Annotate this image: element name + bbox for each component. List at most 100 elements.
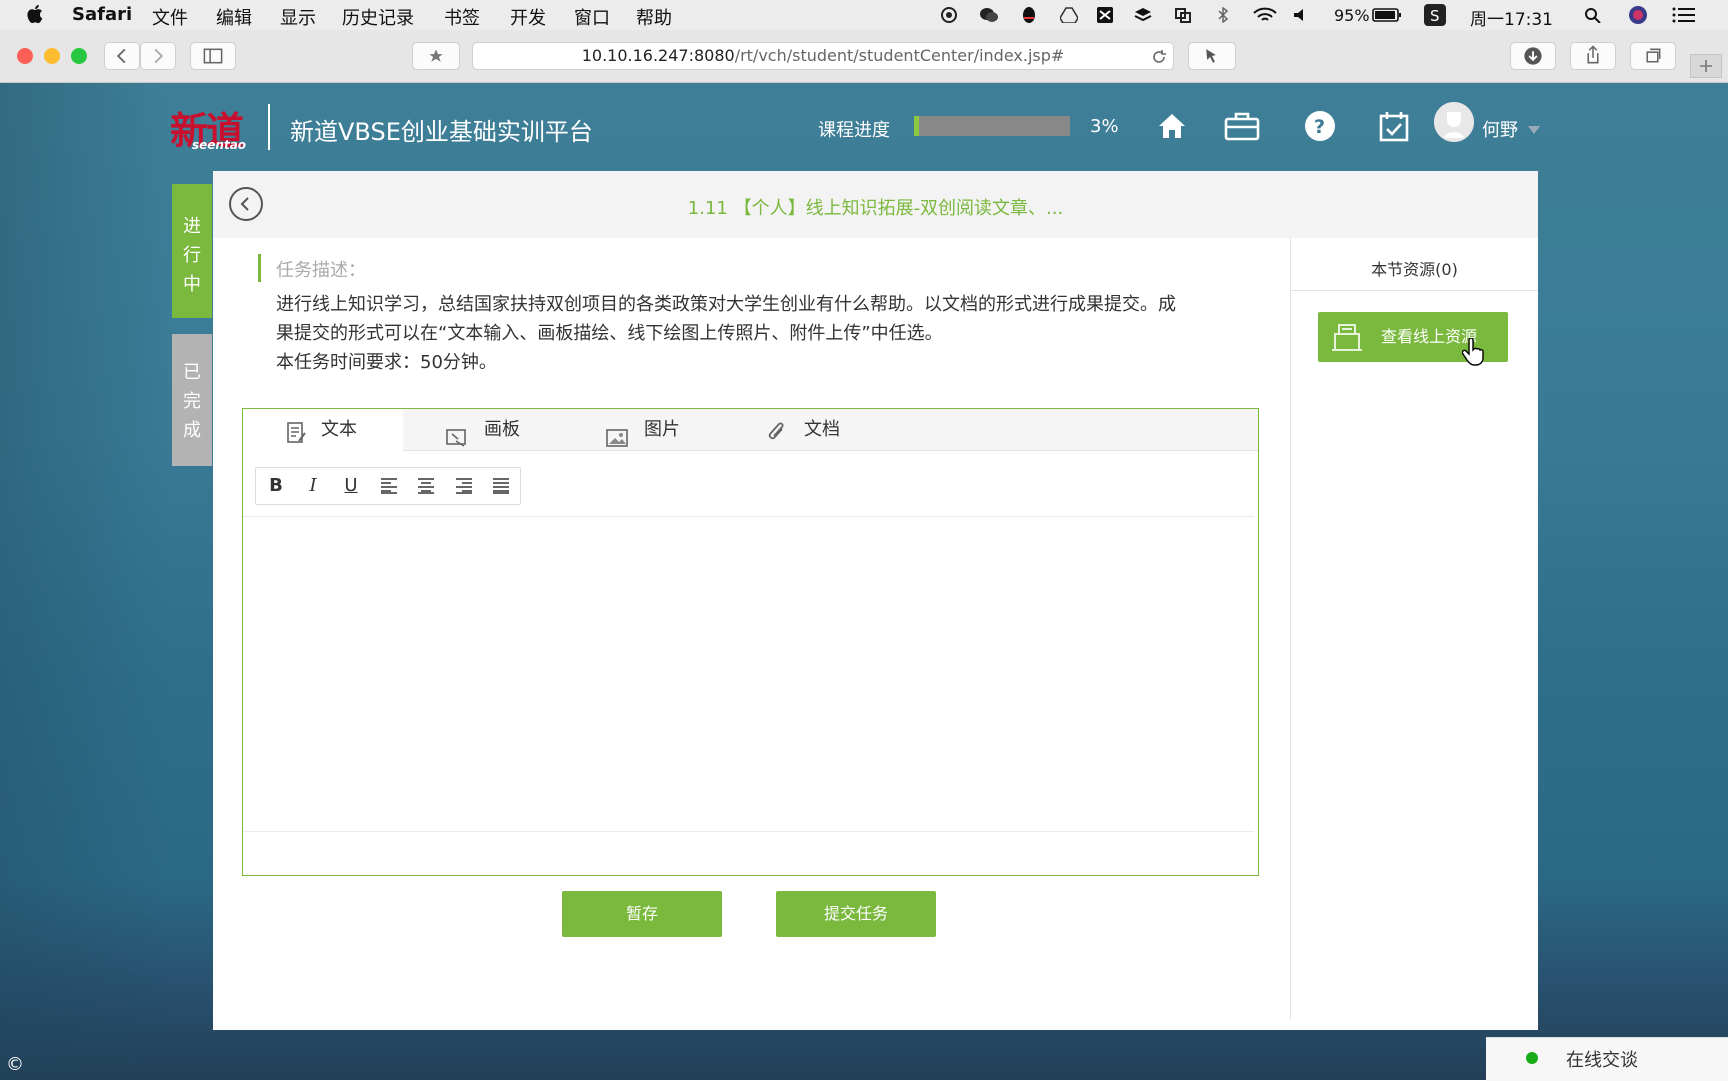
resource-folder-icon <box>1330 320 1364 354</box>
description-label: 任务描述： <box>276 260 366 281</box>
tab-image[interactable]: 图片 <box>564 409 724 451</box>
url-host: 10.10.16.247:8080 <box>581 46 735 65</box>
tab-document-label: 文档 <box>804 419 840 440</box>
volume-icon[interactable] <box>1292 7 1310 23</box>
qq-icon[interactable] <box>1020 7 1038 23</box>
tab-completed[interactable]: 已完成 <box>172 334 212 466</box>
wechat-icon[interactable] <box>980 7 998 23</box>
column-divider <box>1290 238 1291 1020</box>
online-status-dot <box>1526 1052 1538 1064</box>
record-icon[interactable] <box>940 7 958 23</box>
paperclip-icon <box>766 419 788 443</box>
menu-window[interactable]: 窗口 <box>574 4 610 30</box>
reload-icon[interactable] <box>1150 48 1168 66</box>
progress-fill <box>914 116 919 136</box>
task-title: 1.11 【个人】线上知识拓展-双创阅读文章、... <box>687 198 1064 219</box>
logo-english: seentao <box>192 138 247 152</box>
copyright-icon: © <box>6 1054 24 1075</box>
tab-document[interactable]: 文档 <box>724 409 884 451</box>
menu-history[interactable]: 历史记录 <box>342 4 414 30</box>
macos-menubar <box>0 0 1728 31</box>
svg-text:S: S <box>1430 7 1440 25</box>
tabs-overview-button[interactable] <box>1630 42 1676 70</box>
close-window-button[interactable] <box>17 48 33 64</box>
progress-track <box>914 116 1070 136</box>
bookmark-star-button[interactable] <box>412 42 460 70</box>
back-nav-button[interactable] <box>104 42 140 70</box>
tab-text-label: 文本 <box>321 419 357 440</box>
drawing-board-icon <box>446 421 468 447</box>
url-path: /rt/vch/student/studentCenter/index.jsp# <box>734 46 1065 65</box>
home-icon[interactable] <box>1156 110 1188 142</box>
resources-divider <box>1291 290 1538 291</box>
tab-in-progress-label: 进行中 <box>183 216 201 295</box>
description-accent-bar <box>258 254 261 282</box>
user-dropdown-icon[interactable] <box>1528 122 1540 134</box>
tab-text[interactable]: 文本 <box>243 409 403 451</box>
align-left-icon[interactable] <box>374 474 404 498</box>
drive-icon[interactable] <box>1059 7 1079 24</box>
justify-icon[interactable] <box>486 474 516 498</box>
siri-icon[interactable] <box>1628 5 1648 25</box>
user-avatar[interactable] <box>1434 102 1474 142</box>
new-tab-button[interactable] <box>1690 54 1722 78</box>
zoom-window-button[interactable] <box>71 48 87 64</box>
hand-cursor-icon <box>1461 337 1484 366</box>
background-shade <box>0 83 170 1080</box>
briefcase-icon[interactable] <box>1224 110 1260 142</box>
notification-center-icon[interactable] <box>1672 7 1696 23</box>
image-icon <box>606 421 628 447</box>
menu-develop[interactable]: 开发 <box>510 4 546 30</box>
address-bar[interactable]: 10.10.16.247:8080/rt/vch/student/student… <box>472 42 1174 70</box>
menu-file[interactable]: 文件 <box>152 4 188 30</box>
save-draft-button[interactable]: 暂存 <box>562 891 722 937</box>
tab-image-label: 图片 <box>644 419 680 440</box>
tab-completed-label: 已完成 <box>183 362 201 441</box>
battery-icon[interactable] <box>1372 7 1402 23</box>
share-button[interactable] <box>1570 42 1616 70</box>
menu-view[interactable]: 显示 <box>280 4 316 30</box>
bluetooth-icon[interactable] <box>1214 6 1232 24</box>
tab-in-progress[interactable]: 进行中 <box>172 184 212 318</box>
menu-help[interactable]: 帮助 <box>636 4 672 30</box>
edit-document-icon <box>285 419 307 443</box>
layers-icon[interactable] <box>1134 7 1152 23</box>
text-input-area[interactable] <box>243 517 1254 832</box>
submit-task-button[interactable]: 提交任务 <box>776 891 936 937</box>
italic-button[interactable]: I <box>298 474 328 498</box>
description-line: 果提交的形式可以在“文本输入、画板描绘、线下绘图上传照片、附件上传”中任选。 <box>276 323 943 344</box>
menubar-clock[interactable]: 周一17:31 <box>1470 5 1553 30</box>
calendar-check-icon[interactable] <box>1378 110 1410 142</box>
forward-nav-button[interactable] <box>140 42 176 70</box>
battery-percent: 95% <box>1334 6 1370 25</box>
bold-button[interactable]: B <box>261 474 291 498</box>
spotlight-icon[interactable] <box>1584 7 1602 24</box>
tab-drawing-board-label: 画板 <box>484 419 520 440</box>
header-divider <box>268 104 270 150</box>
svg-text:?: ? <box>1314 116 1325 138</box>
online-chat-label[interactable]: 在线交谈 <box>1566 1046 1638 1072</box>
minimize-window-button[interactable] <box>44 48 60 64</box>
align-right-icon[interactable] <box>449 474 479 498</box>
downloads-button[interactable] <box>1510 42 1556 70</box>
s-app-icon[interactable]: S <box>1424 4 1446 26</box>
sidebar-toggle-button[interactable] <box>190 42 236 70</box>
align-center-icon[interactable] <box>411 474 441 498</box>
crop-icon[interactable] <box>1174 7 1192 23</box>
app-tray-icon[interactable] <box>1096 7 1114 23</box>
wifi-icon[interactable] <box>1252 7 1278 23</box>
menu-edit[interactable]: 编辑 <box>216 4 252 30</box>
progress-percent: 3% <box>1090 116 1119 137</box>
tab-drawing-board[interactable]: 画板 <box>404 409 564 451</box>
menu-bookmarks[interactable]: 书签 <box>444 4 480 30</box>
extension-button[interactable] <box>1188 42 1236 70</box>
menu-app-name[interactable]: Safari <box>72 4 132 25</box>
user-name[interactable]: 何野 <box>1482 116 1518 142</box>
section-resources-label: 本节资源(0) <box>1371 260 1458 279</box>
apple-icon[interactable] <box>26 3 46 25</box>
task-description: 进行线上知识学习，总结国家扶持双创项目的各类政策对大学生创业有什么帮助。以文档的… <box>276 290 1236 377</box>
progress-label: 课程进度 <box>818 120 890 141</box>
help-icon[interactable]: ? <box>1304 110 1336 142</box>
platform-title: 新道VBSE创业基础实训平台 <box>290 118 593 146</box>
underline-button[interactable]: U <box>336 474 366 498</box>
